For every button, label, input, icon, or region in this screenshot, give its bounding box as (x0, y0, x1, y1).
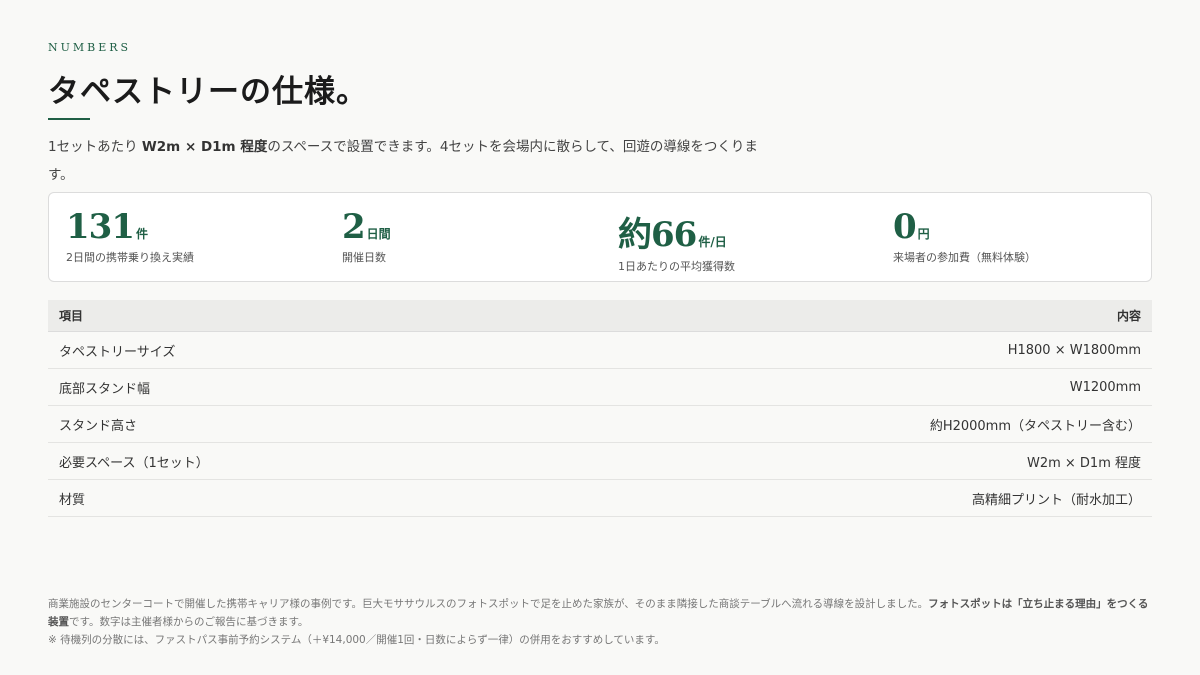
row-item: タペストリーサイズ (48, 331, 517, 369)
footnote: 商業施設のセンターコートで開催した携帯キャリア様の事例です。巨大モササウルスのフ… (48, 595, 1152, 649)
table-header-row: 項目 内容 (48, 300, 1152, 332)
section-eyebrow: NUMBERS (48, 41, 132, 54)
stat-label: 1日あたりの平均獲得数 (618, 260, 735, 273)
table-row: タペストリーサイズ H1800 × W1800mm (48, 331, 1152, 369)
row-value: 高精細プリント（耐水加工） (516, 479, 1152, 517)
intro-bold: W2m × D1m 程度 (141, 139, 268, 155)
footnote-text: 商業施設のセンターコートで開催した携帯キャリア様の事例です。巨大モササウルスのフ… (48, 598, 929, 610)
table-row: 材質 高精細プリント（耐水加工） (48, 479, 1152, 517)
stat-value: 131 (66, 207, 135, 247)
stat-daily-average: 約66 件/日 1日あたりの平均獲得数 (618, 207, 735, 274)
stat-value: 2 (342, 207, 366, 247)
table-row: スタンド高さ 約H2000mm（タペストリー含む） (48, 405, 1152, 443)
row-value: W2m × D1m 程度 (516, 442, 1152, 480)
column-header-content: 内容 (516, 300, 1152, 332)
row-value: 約H2000mm（タペストリー含む） (516, 405, 1152, 443)
footnote-text: です。数字は主催者様からのご報告に基づきます。 (69, 616, 309, 628)
row-item: 材質 (48, 479, 517, 517)
intro-text: 1セットあたり W2m × D1m 程度のスペースで設置できます。4セットを会場… (48, 133, 768, 189)
row-item: 底部スタンド幅 (48, 368, 517, 406)
stat-value: 0 (893, 207, 917, 247)
page-title: タペストリーの仕様。 (48, 74, 368, 110)
stat-label: 開催日数 (342, 251, 386, 264)
stat-label: 来場者の参加費（無料体験） (893, 251, 1036, 264)
table-row: 必要スペース（1セット） W2m × D1m 程度 (48, 442, 1152, 480)
footnote-case-study: 商業施設のセンターコートで開催した携帯キャリア様の事例です。巨大モササウルスのフ… (48, 595, 1152, 631)
stat-unit: 円 (917, 227, 930, 241)
stat-transfers: 131 件 2日間の携帯乗り換え実績 (66, 207, 194, 265)
stat-days: 2 日間 開催日数 (342, 207, 391, 265)
stat-unit: 件/日 (698, 235, 727, 249)
footnote-note: ※ 待機列の分散には、ファストパス事前予約システム（＋¥14,000／開催1回・… (48, 634, 665, 646)
row-value: W1200mm (516, 368, 1152, 406)
row-value: H1800 × W1800mm (516, 331, 1152, 369)
stat-label: 2日間の携帯乗り換え実績 (66, 251, 194, 264)
stat-fee: 0円 来場者の参加費（無料体験） (893, 207, 1036, 265)
stat-value: 約66 (618, 215, 697, 255)
stats-card: 131 件 2日間の携帯乗り換え実績 2 日間 開催日数 約66 件/日 1日あたりの… (48, 192, 1152, 282)
intro-part1: 1セットあたり (48, 139, 142, 155)
stat-unit: 件 (135, 227, 148, 241)
column-header-item: 項目 (48, 300, 517, 332)
row-item: スタンド高さ (48, 405, 517, 443)
row-item: 必要スペース（1セット） (48, 442, 517, 480)
stat-unit: 日間 (366, 227, 391, 241)
title-underline (48, 118, 90, 120)
table-row: 底部スタンド幅 W1200mm (48, 368, 1152, 406)
spec-table: 項目 内容 タペストリーサイズ H1800 × W1800mm 底部スタンド幅 … (48, 300, 1152, 517)
